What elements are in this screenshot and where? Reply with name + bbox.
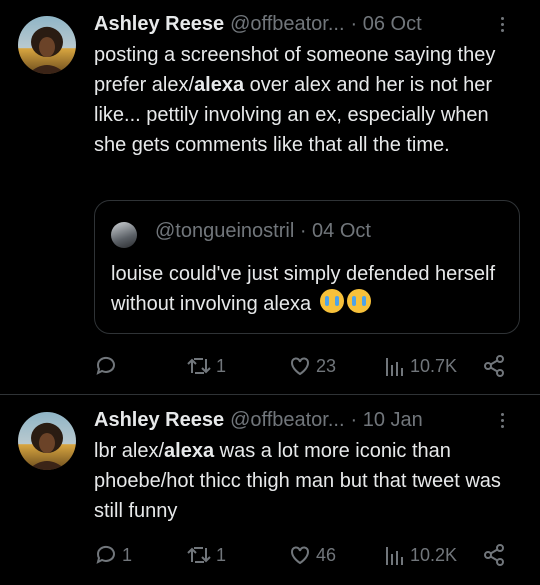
avatar[interactable] <box>18 16 76 74</box>
tweet-divider <box>0 394 540 395</box>
share-icon <box>484 355 504 377</box>
quoted-date: · 04 Oct <box>299 220 371 242</box>
avatar[interactable] <box>18 412 76 470</box>
reply-icon <box>96 356 115 375</box>
crying-emoji-icon <box>319 289 344 313</box>
retweet-icon <box>187 358 211 374</box>
views-button[interactable]: 10.7K <box>384 351 457 381</box>
crying-emoji-icon <box>346 289 371 313</box>
tweet-text: posting a screenshot of someone saying t… <box>94 44 496 156</box>
tweet-header: Ashley Reese @offbeator... · 06 Oct <box>94 10 520 38</box>
quoted-text: louise could've just simply defended her… <box>111 263 496 315</box>
action-bar: 1 1 46 10.2K <box>94 540 514 570</box>
author-name[interactable]: Ashley Reese <box>94 13 224 36</box>
tweet[interactable]: Ashley Reese @offbeator... · 06 Oct post… <box>0 0 540 394</box>
reply-icon <box>96 545 115 564</box>
more-icon[interactable] <box>492 406 512 434</box>
author-handle[interactable]: @offbeator... <box>230 409 344 432</box>
more-icon[interactable] <box>492 10 512 38</box>
views-icon <box>386 358 403 376</box>
retweet-button[interactable]: 1 <box>186 351 226 381</box>
quoted-header: @tongueinostril · 04 Oct <box>155 220 371 243</box>
tweet-date[interactable]: · 06 Oct <box>351 13 422 36</box>
retweet-button[interactable]: 1 <box>186 540 226 570</box>
share-icon <box>484 544 504 566</box>
quoted-tweet[interactable]: @tongueinostril · 04 Oct louise could've… <box>94 200 520 334</box>
share-button[interactable] <box>482 540 506 570</box>
author-handle[interactable]: @offbeator... <box>230 13 344 36</box>
share-button[interactable] <box>482 351 506 381</box>
tweet-date[interactable]: · 10 Jan <box>351 409 423 432</box>
views-button[interactable]: 10.2K <box>384 540 457 570</box>
like-icon <box>291 546 309 565</box>
reply-button[interactable] <box>94 351 122 381</box>
like-button[interactable]: 23 <box>288 351 336 381</box>
quoted-handle: @tongueinostril <box>155 220 295 242</box>
views-icon <box>386 547 403 565</box>
tweet-header: Ashley Reese @offbeator... · 10 Jan <box>94 406 520 434</box>
author-name[interactable]: Ashley Reese <box>94 409 224 432</box>
retweet-icon <box>187 547 211 563</box>
tweet[interactable]: Ashley Reese @offbeator... · 10 Jan lbr … <box>0 396 540 585</box>
like-button[interactable]: 46 <box>288 540 336 570</box>
quoted-avatar <box>111 222 137 248</box>
action-bar: 1 23 10.7K <box>94 351 514 381</box>
like-icon <box>291 357 309 376</box>
tweet-text: lbr alex/alexa was a lot more iconic tha… <box>94 440 501 522</box>
reply-button[interactable]: 1 <box>94 540 132 570</box>
